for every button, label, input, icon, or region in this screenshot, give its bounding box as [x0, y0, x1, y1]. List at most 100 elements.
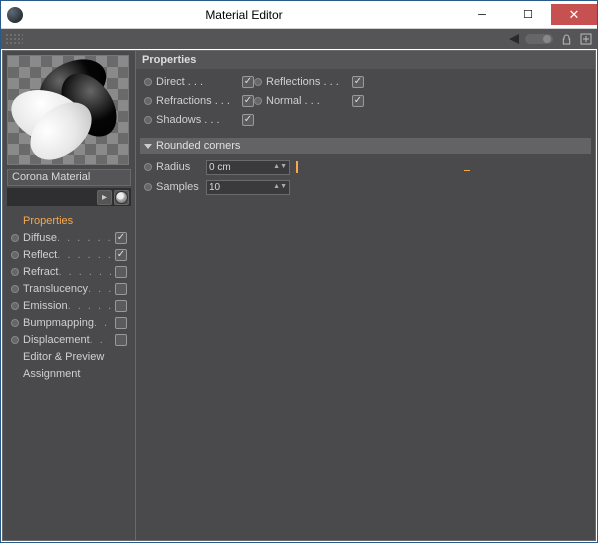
prop-checkbox[interactable] — [352, 95, 364, 107]
material-preview[interactable] — [7, 55, 129, 165]
dots: . . . . . . . — [58, 266, 111, 278]
rounded-corners-header[interactable]: Rounded corners — [140, 138, 591, 154]
play-icon[interactable]: ▸ — [97, 190, 112, 205]
channel-editor-preview[interactable]: Editor & Preview — [7, 348, 131, 365]
prop-shadows: Shadows . . . — [144, 111, 254, 128]
channel-label: Translucency — [23, 283, 88, 295]
channel-label: Displacement — [23, 334, 90, 346]
bullet-icon — [11, 319, 19, 327]
toolbar — [1, 29, 597, 49]
channel-label: Assignment — [23, 368, 80, 380]
radius-field[interactable]: 0 cm ▲▼ — [206, 160, 290, 175]
bullet-icon — [11, 302, 19, 310]
new-material-icon[interactable] — [579, 32, 593, 46]
radius-label: Radius — [156, 161, 206, 173]
bullet-icon — [254, 97, 262, 105]
channel-checkbox[interactable] — [115, 317, 127, 329]
channel-reflect[interactable]: Reflect . . . . . . . — [7, 246, 131, 263]
samples-label: Samples — [156, 181, 206, 193]
app-icon — [7, 7, 23, 23]
right-panel: Properties Direct . . . Reflections . . .… — [135, 51, 595, 540]
material-editor-window: Material Editor Co — [0, 0, 598, 543]
channel-assignment[interactable]: Assignment — [7, 365, 131, 382]
radius-slider[interactable] — [294, 160, 587, 174]
channel-emission[interactable]: Emission . . . . . . . — [7, 297, 131, 314]
dots: . . . . . . . — [94, 317, 111, 329]
channel-checkbox[interactable] — [115, 249, 127, 261]
prop-checkbox[interactable] — [242, 76, 254, 88]
bullet-icon — [144, 97, 152, 105]
param-samples: Samples 10 ▲▼ — [144, 178, 587, 196]
spinner-icon[interactable]: ▲▼ — [273, 185, 287, 189]
channel-label: Editor & Preview — [23, 351, 104, 363]
close-button[interactable] — [551, 4, 597, 25]
spinner-icon[interactable]: ▲▼ — [273, 165, 287, 169]
radius-value: 0 cm — [209, 162, 231, 173]
channel-list: PropertiesDiffuse . . . . . . .Reflect .… — [7, 212, 131, 382]
channel-checkbox[interactable] — [115, 283, 127, 295]
window-title: Material Editor — [29, 8, 459, 22]
dots: . . . . . . . — [57, 232, 111, 244]
bullet-icon — [144, 183, 152, 191]
maximize-button[interactable] — [505, 4, 551, 25]
prop-checkbox[interactable] — [352, 76, 364, 88]
bullet-icon — [254, 78, 262, 86]
prop-refractions: Refractions . . . — [144, 92, 254, 109]
channel-translucency[interactable]: Translucency . . . . . . . — [7, 280, 131, 297]
samples-field[interactable]: 10 ▲▼ — [206, 180, 290, 195]
bullet-icon — [11, 285, 19, 293]
bullet-icon — [144, 163, 152, 171]
bullet-icon — [144, 78, 152, 86]
prop-label: Shadows . . . — [156, 114, 238, 126]
channel-label: Bumpmapping — [23, 317, 94, 329]
param-radius: Radius 0 cm ▲▼ — [144, 158, 587, 176]
slider-icon[interactable] — [525, 34, 553, 44]
channel-checkbox[interactable] — [115, 232, 127, 244]
rounded-corners-params: Radius 0 cm ▲▼ Samples 10 ▲▼ — [136, 154, 595, 202]
dots: . . . . . . . — [90, 334, 111, 346]
channel-label: Diffuse — [23, 232, 57, 244]
channel-checkbox[interactable] — [115, 266, 127, 278]
bullet-icon — [11, 251, 19, 259]
channel-displacement[interactable]: Displacement . . . . . . . — [7, 331, 131, 348]
minimize-button[interactable] — [459, 4, 505, 25]
prop-label: Reflections . . . — [266, 76, 348, 88]
channel-diffuse[interactable]: Diffuse . . . . . . . — [7, 229, 131, 246]
channel-label: Refract — [23, 266, 58, 278]
left-toolbar: ▸ — [7, 188, 131, 206]
samples-value: 10 — [209, 182, 220, 193]
dots: . . . . . . . — [57, 249, 111, 261]
prop-label: Refractions . . . — [156, 95, 238, 107]
prop-label: Direct . . . — [156, 76, 238, 88]
material-name-field[interactable]: Corona Material — [7, 169, 131, 186]
channel-bumpmapping[interactable]: Bumpmapping . . . . . . . — [7, 314, 131, 331]
prop-normal: Normal . . . — [254, 92, 364, 109]
properties-header: Properties — [136, 51, 595, 69]
bullet-icon — [11, 336, 19, 344]
client-area: Corona Material ▸ PropertiesDiffuse . . … — [2, 50, 596, 541]
dots: . . . . . . . — [68, 300, 111, 312]
window-buttons — [459, 4, 597, 25]
bullet-icon — [11, 268, 19, 276]
prop-reflections: Reflections . . . — [254, 73, 364, 90]
prop-label: Normal . . . — [266, 95, 348, 107]
world-icon[interactable] — [114, 190, 129, 205]
rounded-corners-label: Rounded corners — [156, 140, 240, 152]
drag-grip-icon[interactable] — [5, 33, 23, 45]
channel-label: Reflect — [23, 249, 57, 261]
prop-checkbox[interactable] — [242, 95, 254, 107]
lock-icon[interactable] — [559, 32, 573, 46]
dots: . . . . . . . — [88, 283, 111, 295]
nav-back-icon[interactable] — [509, 34, 519, 44]
prop-direct: Direct . . . — [144, 73, 254, 90]
titlebar[interactable]: Material Editor — [1, 1, 597, 29]
channel-checkbox[interactable] — [115, 300, 127, 312]
prop-checkbox[interactable] — [242, 114, 254, 126]
bullet-icon — [144, 116, 152, 124]
bullet-icon — [11, 234, 19, 242]
channel-properties[interactable]: Properties — [7, 212, 131, 229]
channel-refract[interactable]: Refract . . . . . . . — [7, 263, 131, 280]
channel-label: Emission — [23, 300, 68, 312]
channel-checkbox[interactable] — [115, 334, 127, 346]
collapse-triangle-icon — [144, 144, 152, 149]
